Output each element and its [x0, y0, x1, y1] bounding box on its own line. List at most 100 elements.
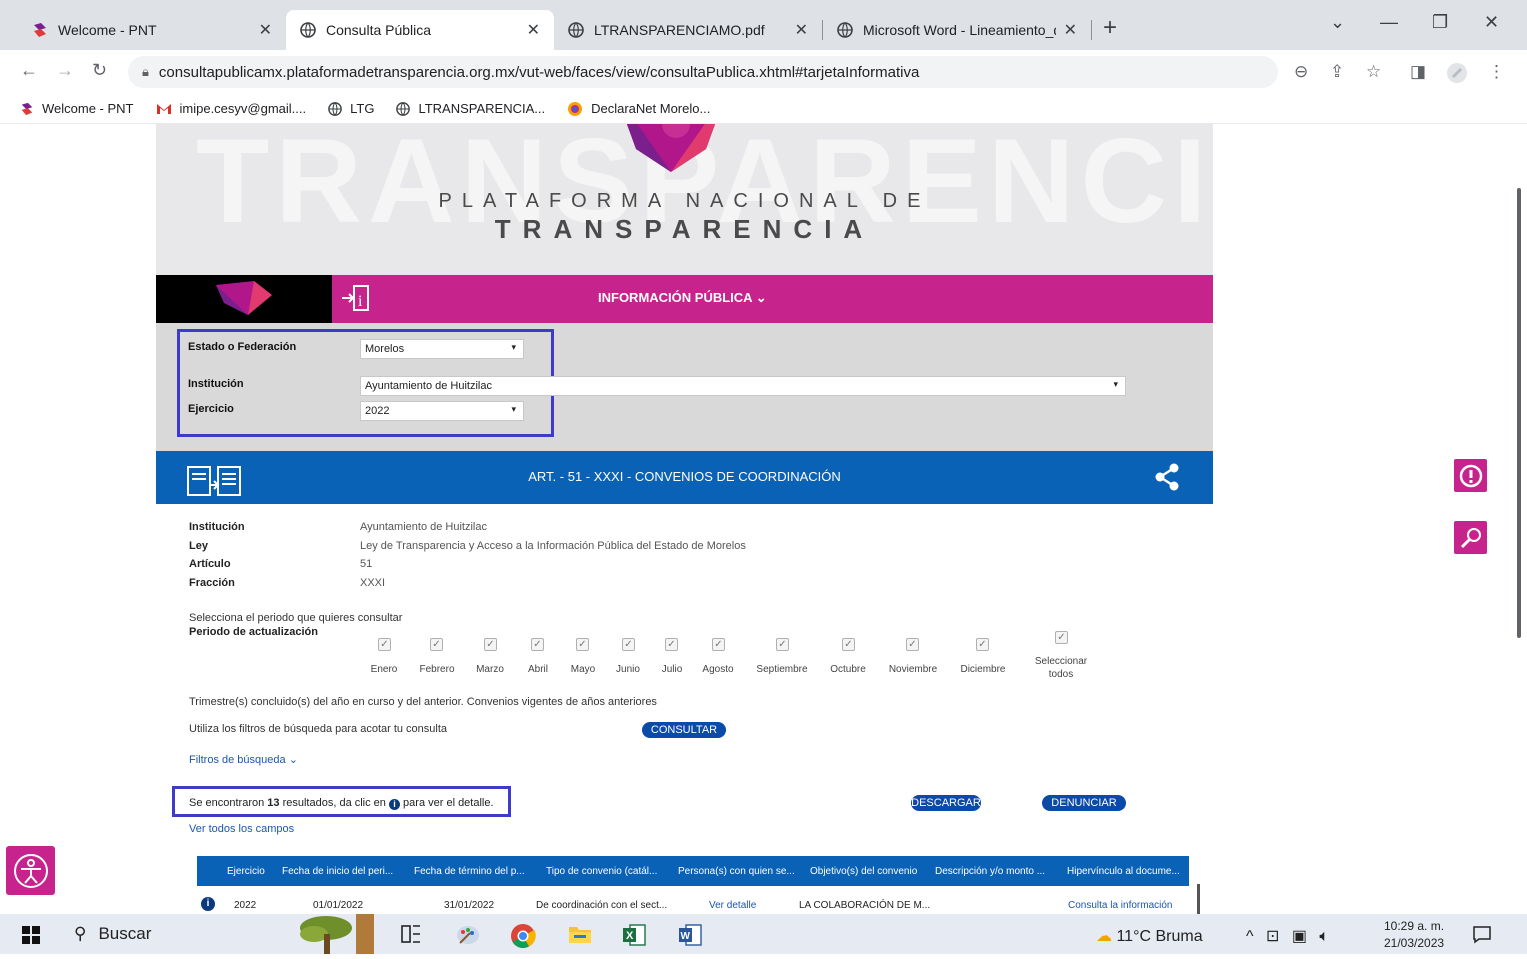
month-label: Septiembre: [756, 664, 808, 675]
zoom-icon[interactable]: ⊖: [1294, 62, 1308, 82]
tab-welcome-pnt[interactable]: Welcome - PNT ✕: [18, 10, 286, 50]
checkbox-mayo[interactable]: ✓: [576, 638, 589, 651]
results-suffix: resultados, da clic en: [279, 797, 389, 809]
reload-icon[interactable]: ↻: [92, 60, 107, 81]
tab-microsoft-word[interactable]: Microsoft Word - Lineamiento_de ✕: [823, 10, 1091, 50]
checkbox-enero[interactable]: ✓: [378, 638, 391, 651]
month-label: Febrero: [419, 664, 455, 675]
search-hint: Utiliza los filtros de búsqueda para aco…: [189, 723, 448, 735]
ejercicio-select[interactable]: 2022 ▾: [360, 401, 524, 421]
notifications-icon[interactable]: [1472, 924, 1492, 949]
filters-link[interactable]: Filtros de búsqueda ⌄: [189, 753, 298, 766]
column-header[interactable]: Ejercicio: [227, 866, 265, 877]
accessibility-button[interactable]: [6, 846, 55, 895]
network-icon: ⊡: [1265, 928, 1284, 945]
tree-widget-icon[interactable]: [296, 914, 380, 959]
row-info-icon[interactable]: i: [201, 897, 215, 911]
profile-avatar-icon[interactable]: [1446, 62, 1468, 89]
checkbox-marzo[interactable]: ✓: [484, 638, 497, 651]
month-label: Marzo: [476, 664, 504, 675]
column-header[interactable]: Hipervínculo al docume...: [1067, 866, 1180, 877]
denunciar-button[interactable]: DENUNCIAR: [1042, 795, 1126, 811]
windows-start-icon[interactable]: [22, 926, 40, 949]
exclamation-circle-icon: [1459, 464, 1482, 487]
institucion-label: Institución: [188, 378, 244, 390]
system-tray[interactable]: ^ ⊡ ▣ 🔈︎: [1246, 926, 1333, 946]
back-arrow-icon[interactable]: ←: [20, 60, 38, 81]
new-tab-plus-icon[interactable]: +: [1103, 14, 1117, 42]
task-view-icon[interactable]: [400, 923, 422, 950]
checkbox-noviembre[interactable]: ✓: [906, 638, 919, 651]
clock-date: 21/03/2023: [1384, 936, 1445, 950]
wrench-icon: [1460, 527, 1481, 548]
checkbox-septiembre[interactable]: ✓: [776, 638, 789, 651]
column-header[interactable]: Persona(s) con quien se...: [678, 866, 795, 877]
tools-button[interactable]: [1454, 521, 1487, 554]
chevron-down-icon: ⌄: [288, 754, 298, 766]
meta-articulo-label: Artículo: [189, 558, 231, 570]
url-field[interactable]: 🔒︎ consultapublicamx.plataformadetranspa…: [128, 56, 1278, 88]
tab-label: Microsoft Word - Lineamiento_de: [863, 22, 1056, 38]
institucion-select[interactable]: Ayuntamiento de Huitzilac ▾: [360, 376, 1126, 396]
close-icon[interactable]: ✕: [259, 20, 272, 40]
consulta-informacion-link[interactable]: Consulta la información: [1068, 900, 1173, 911]
column-header[interactable]: Descripción y/o monto ...: [935, 866, 1045, 877]
bookmark-ltg[interactable]: LTG: [328, 101, 374, 116]
restore-icon[interactable]: ❐: [1432, 12, 1448, 33]
close-icon[interactable]: ✕: [1064, 20, 1077, 40]
bookmark-star-icon[interactable]: ☆: [1366, 62, 1381, 82]
excel-icon[interactable]: X: [622, 923, 646, 952]
bookmark-ltransparencia[interactable]: LTRANSPARENCIA...: [396, 101, 545, 116]
column-header[interactable]: Fecha de inicio del peri...: [282, 866, 393, 877]
weather-widget[interactable]: ☁︎ 11°C Bruma: [1096, 926, 1203, 946]
caret-down-icon: ▾: [1113, 379, 1118, 389]
column-header[interactable]: Objetivo(s) del convenio: [810, 866, 917, 877]
tab-search-chevron-icon[interactable]: ⌄: [1330, 12, 1345, 33]
ver-todos-campos-link[interactable]: Ver todos los campos: [189, 823, 294, 835]
forward-arrow-icon[interactable]: →: [56, 60, 74, 81]
column-header[interactable]: Tipo de convenio (catál...: [546, 866, 657, 877]
bookmark-gmail[interactable]: imipe.cesyv@gmail....: [156, 101, 306, 116]
consultar-button[interactable]: CONSULTAR: [642, 722, 726, 738]
checkbox-julio[interactable]: ✓: [665, 638, 678, 651]
minimize-icon[interactable]: —: [1380, 12, 1398, 33]
bookmark-declaranet[interactable]: DeclaraNet Morelo...: [567, 101, 710, 117]
close-icon[interactable]: ✕: [527, 20, 540, 40]
taskbar-search[interactable]: ⚲ Buscar: [74, 924, 151, 944]
share-page-icon[interactable]: ⇪: [1330, 62, 1344, 82]
tab-ltransparencia-pdf[interactable]: LTRANSPARENCIAMO.pdf ✕: [554, 10, 822, 50]
close-window-icon[interactable]: ✕: [1484, 12, 1499, 33]
checkbox-agosto[interactable]: ✓: [712, 638, 725, 651]
checkbox-febrero[interactable]: ✓: [430, 638, 443, 651]
side-panel-icon[interactable]: ◨: [1410, 62, 1426, 82]
bookmark-welcome-pnt[interactable]: Welcome - PNT: [20, 101, 134, 116]
checkbox-seleccionar-todos[interactable]: ✓: [1055, 631, 1068, 644]
page-scrollbar[interactable]: [1517, 188, 1521, 638]
share-icon[interactable]: [1154, 463, 1180, 496]
chrome-icon[interactable]: [510, 923, 536, 954]
tab-consulta-publica[interactable]: Consulta Pública ✕: [286, 10, 554, 50]
caret-down-icon: ▾: [511, 404, 516, 414]
informacion-publica-menu[interactable]: INFORMACIÓN PÚBLICA ⌄: [598, 290, 767, 306]
close-icon[interactable]: ✕: [795, 20, 808, 40]
info-login-icon[interactable]: i: [340, 283, 370, 318]
tab-separator: [1091, 20, 1092, 40]
checkbox-abril[interactable]: ✓: [531, 638, 544, 651]
file-explorer-icon[interactable]: [568, 923, 592, 950]
estado-value: Morelos: [365, 343, 405, 355]
system-clock[interactable]: 10:29 a. m. 21/03/2023: [1384, 918, 1444, 952]
checkbox-junio[interactable]: ✓: [622, 638, 635, 651]
ver-detalle-link[interactable]: Ver detalle: [709, 900, 756, 911]
descargar-button[interactable]: DESCARGAR: [911, 795, 981, 811]
word-icon[interactable]: W: [678, 923, 702, 952]
paint-icon[interactable]: [456, 923, 480, 952]
alert-button[interactable]: [1454, 459, 1487, 492]
checkbox-diciembre[interactable]: ✓: [976, 638, 989, 651]
ejercicio-label: Ejercicio: [188, 403, 234, 415]
estado-select[interactable]: Morelos ▾: [360, 339, 524, 359]
checkbox-octubre[interactable]: ✓: [842, 638, 855, 651]
svg-text:W: W: [681, 931, 691, 942]
weather-text: 11°C Bruma: [1116, 928, 1203, 945]
column-header[interactable]: Fecha de término del p...: [414, 866, 525, 877]
kebab-menu-icon[interactable]: ⋮: [1488, 62, 1505, 82]
